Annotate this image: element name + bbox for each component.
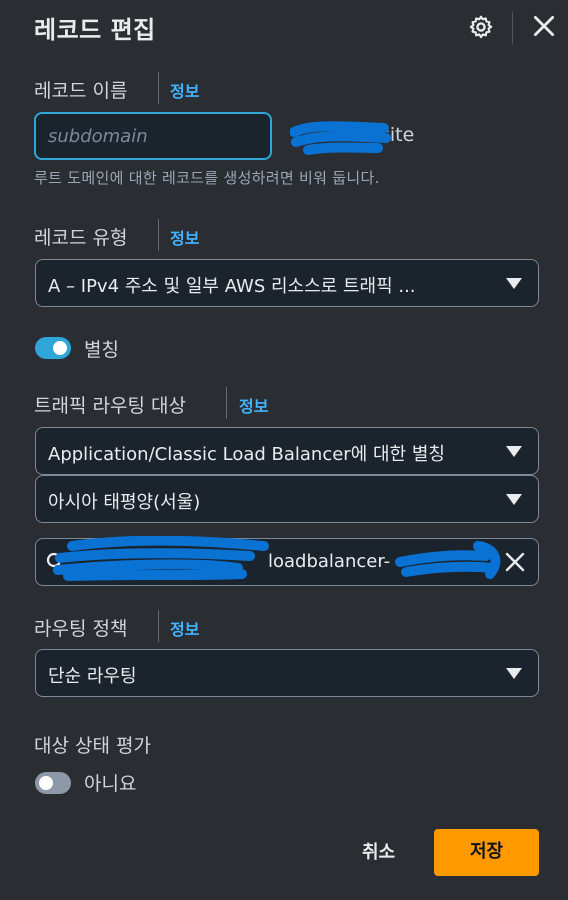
info-divider [226, 387, 227, 419]
header-divider [512, 12, 513, 44]
caret-down-icon [506, 668, 522, 679]
alias-label: 별칭 [84, 339, 119, 361]
toggle-knob [39, 776, 53, 790]
cancel-button[interactable]: 취소 [356, 838, 401, 864]
info-divider [158, 219, 159, 251]
search-icon [46, 552, 66, 572]
panel-title: 레코드 편집 [34, 16, 156, 44]
gear-icon[interactable] [468, 14, 494, 40]
record-type-label: 레코드 유형 [34, 227, 128, 249]
endpoint-type-value: Application/Classic Load Balancer에 대한 별칭 [48, 444, 445, 465]
region-value: 아시아 태평양(서울) [48, 492, 201, 513]
record-type-info-link[interactable]: 정보 [170, 225, 199, 249]
info-divider [158, 72, 159, 104]
health-check-toggle[interactable] [35, 772, 71, 794]
toggle-knob [53, 341, 67, 355]
caret-down-icon [506, 446, 522, 457]
save-button[interactable]: 저장 [434, 829, 539, 876]
record-name-info-link[interactable]: 정보 [170, 78, 199, 102]
record-type-value: A – IPv4 주소 및 일부 AWS 리소스로 트래픽 ... [48, 276, 416, 297]
load-balancer-value: loadbalancer- [268, 551, 391, 572]
domain-suffix: site [380, 124, 415, 146]
route-target-label: 트래픽 라우팅 대상 [34, 395, 186, 417]
caret-down-icon [506, 494, 522, 505]
record-type-select[interactable]: A – IPv4 주소 및 일부 AWS 리소스로 트래픽 ... [35, 259, 539, 307]
region-select[interactable]: 아시아 태평양(서울) [35, 475, 539, 523]
health-check-state: 아니요 [84, 773, 137, 795]
redaction-mark [290, 121, 391, 155]
info-divider [158, 610, 159, 642]
caret-down-icon [506, 278, 522, 289]
record-name-input[interactable] [34, 112, 272, 160]
close-icon[interactable] [531, 13, 557, 39]
health-check-label: 대상 상태 평가 [34, 735, 151, 757]
record-name-label: 레코드 이름 [34, 80, 128, 102]
alias-toggle[interactable] [35, 337, 71, 359]
routing-policy-info-link[interactable]: 정보 [170, 616, 199, 640]
route-target-info-link[interactable]: 정보 [239, 393, 268, 417]
record-name-hint: 루트 도메인에 대한 레코드를 생성하려면 비워 둡니다. [34, 169, 380, 187]
clear-icon[interactable] [504, 551, 526, 573]
routing-policy-select[interactable]: 단순 라우팅 [35, 649, 539, 697]
routing-policy-label: 라우팅 정책 [34, 618, 128, 640]
routing-policy-value: 단순 라우팅 [48, 666, 137, 687]
endpoint-type-select[interactable]: Application/Classic Load Balancer에 대한 별칭 [35, 427, 539, 475]
load-balancer-search[interactable]: loadbalancer- [35, 538, 539, 586]
